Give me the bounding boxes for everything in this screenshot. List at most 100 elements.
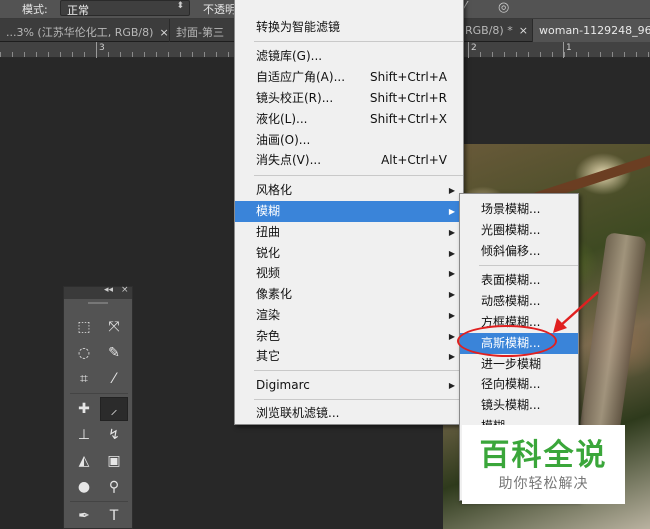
tab-document-1[interactable]: ...3% (江苏华伦化工, RGB/8) × <box>0 19 170 42</box>
submenu-item-radial-blur[interactable]: 径向模糊... <box>460 374 578 395</box>
menu-item-blur[interactable]: 模糊 ▶ <box>235 201 463 222</box>
eyedropper-icon[interactable]: ⁄ <box>100 367 128 391</box>
menu-shortcut: Shift+Ctrl+A <box>370 70 447 84</box>
pressure-icon[interactable]: ◎ <box>498 0 509 15</box>
menu-item-browse-online-filters[interactable]: 浏览联机滤镜... <box>235 403 463 424</box>
menu-item-label: 液化(L)... <box>256 112 308 126</box>
menu-item-label: 其它 <box>256 349 281 363</box>
menu-item-render[interactable]: 渲染 ▶ <box>235 305 463 326</box>
menu-item-convert-smart-filter[interactable]: 转换为智能滤镜 <box>235 17 463 38</box>
toolbox-panel: ◂◂ × ⬚ ⤧ ◌ ✎ ⌗ ⁄ ✚ ⸝ ⊥ ↯ ◭ ▣ ● ⚲ ✒ T <box>63 285 133 529</box>
submenu-arrow-icon: ▶ <box>448 290 455 299</box>
pen-icon[interactable]: ✒ <box>70 504 98 528</box>
menu-item-label: 镜头校正(R)... <box>256 91 334 105</box>
menu-item-label: 自适应广角(A)... <box>256 70 346 84</box>
watermark-subtitle: 助你轻松解决 <box>498 476 589 492</box>
watermark-logo: 百科全说 助你轻松解决 <box>462 425 625 504</box>
tab-label: ...3% (江苏华伦化工, RGB/8) <box>6 26 154 39</box>
stamp-icon[interactable]: ⊥ <box>70 423 98 447</box>
submenu-arrow-icon: ▶ <box>448 352 455 361</box>
move-icon[interactable]: ⤧ <box>100 315 128 339</box>
quick-select-icon[interactable]: ✎ <box>100 341 128 365</box>
submenu-arrow-icon: ▶ <box>448 207 455 216</box>
menu-shortcut: Alt+Ctrl+V <box>381 153 447 167</box>
menu-item-label: 转换为智能滤镜 <box>256 20 341 34</box>
select-arrows-icon: ⬍ <box>176 1 184 11</box>
submenu-item-field-blur[interactable]: 场景模糊... <box>460 199 578 220</box>
menu-item-other[interactable]: 其它 ▶ <box>235 346 463 367</box>
submenu-item-motion-blur[interactable]: 动感模糊... <box>460 291 578 312</box>
menu-item-label: 模糊 <box>256 204 281 218</box>
submenu-item-label: 镜头模糊... <box>481 398 541 412</box>
photo-trunk <box>579 232 647 436</box>
menu-separator <box>254 370 463 371</box>
submenu-item-label: 表面模糊... <box>481 273 541 287</box>
gradient-icon[interactable]: ▣ <box>100 449 128 473</box>
menu-item-liquify[interactable]: 液化(L)... Shift+Ctrl+X <box>235 109 463 130</box>
menu-item-sharpen[interactable]: 锐化 ▶ <box>235 243 463 264</box>
submenu-item-label: 场景模糊... <box>481 202 541 216</box>
submenu-arrow-icon: ▶ <box>448 269 455 278</box>
watermark-title: 百科全说 <box>479 438 608 473</box>
history-brush-icon[interactable]: ↯ <box>100 423 128 447</box>
submenu-item-label: 倾斜偏移... <box>481 244 541 258</box>
submenu-arrow-icon: ▶ <box>448 332 455 341</box>
menu-shortcut: Shift+Ctrl+X <box>370 112 447 126</box>
rect-marquee-icon[interactable]: ⬚ <box>70 315 98 339</box>
menu-item-label: 杂色 <box>256 329 281 343</box>
menu-item-video[interactable]: 视频 ▶ <box>235 263 463 284</box>
submenu-item-label: 光圈模糊... <box>481 223 541 237</box>
menu-item-distort[interactable]: 扭曲 ▶ <box>235 222 463 243</box>
dodge-icon[interactable]: ⚲ <box>100 475 128 499</box>
menu-item-vanishing-point[interactable]: 消失点(V)... Alt+Ctrl+V <box>235 150 463 171</box>
tab-document-2[interactable]: 封面-第三 <box>170 19 235 42</box>
submenu-item-label: 动感模糊... <box>481 294 541 308</box>
submenu-arrow-icon: ▶ <box>448 381 455 390</box>
eraser-icon[interactable]: ◭ <box>70 449 98 473</box>
blur-icon[interactable]: ● <box>70 475 98 499</box>
submenu-item-label: 进一步模糊 <box>481 357 542 371</box>
tab-close-icon[interactable]: × <box>519 24 528 37</box>
ruler-mark <box>468 42 469 58</box>
tab-document-3[interactable]: RGB/8) * × <box>459 19 533 42</box>
submenu-arrow-icon: ▶ <box>448 249 455 258</box>
menu-item-pixelate[interactable]: 像素化 ▶ <box>235 284 463 305</box>
submenu-item-surface-blur[interactable]: 表面模糊... <box>460 270 578 291</box>
menu-item-label: 扭曲 <box>256 225 281 239</box>
text-icon[interactable]: T <box>100 504 128 528</box>
submenu-item-blur-more[interactable]: 进一步模糊 <box>460 354 578 375</box>
annotation-ellipse <box>457 325 557 357</box>
lasso-icon[interactable]: ◌ <box>70 341 98 365</box>
menu-item-oil-paint[interactable]: 油画(O)... <box>235 130 463 151</box>
submenu-arrow-icon: ▶ <box>448 186 455 195</box>
menu-item-label: Digimarc <box>256 378 310 392</box>
submenu-item-tilt-shift[interactable]: 倾斜偏移... <box>460 241 578 262</box>
opacity-label: 不透明 <box>203 3 236 16</box>
menu-item-noise[interactable]: 杂色 ▶ <box>235 326 463 347</box>
submenu-arrow-icon: ▶ <box>448 228 455 237</box>
menu-item-stylize[interactable]: 风格化 ▶ <box>235 180 463 201</box>
menu-item-adaptive-wide-angle[interactable]: 自适应广角(A)... Shift+Ctrl+A <box>235 67 463 88</box>
menu-item-label: 渲染 <box>256 308 281 322</box>
menu-item-filter-gallery[interactable]: 滤镜库(G)... <box>235 46 463 67</box>
tab-close-icon[interactable]: × <box>159 26 168 39</box>
healing-icon[interactable]: ✚ <box>70 397 98 421</box>
tab-document-active[interactable]: woman-1129248_96 <box>533 19 650 42</box>
submenu-item-iris-blur[interactable]: 光圈模糊... <box>460 220 578 241</box>
toolbox-header: ◂◂ × <box>64 285 132 299</box>
tab-label: 封面-第三 <box>176 26 224 39</box>
menu-item-lens-correction[interactable]: 镜头校正(R)... Shift+Ctrl+R <box>235 88 463 109</box>
close-icon[interactable]: × <box>121 285 129 295</box>
ruler-number: 2 <box>471 43 477 53</box>
submenu-item-lens-blur[interactable]: 镜头模糊... <box>460 395 578 416</box>
menu-separator <box>254 41 463 42</box>
menu-item-digimarc[interactable]: Digimarc ▶ <box>235 375 463 396</box>
crop-icon[interactable]: ⌗ <box>70 367 98 391</box>
airbrush-icon[interactable]: ⁄ <box>464 0 466 15</box>
toolbox-grip[interactable] <box>64 299 132 307</box>
blend-mode-select[interactable]: 正常 ⬍ <box>60 0 190 17</box>
tab-label: woman-1129248_96 <box>539 24 650 37</box>
brush-icon[interactable]: ⸝ <box>100 397 128 421</box>
tab-label: RGB/8) * <box>465 24 513 37</box>
collapse-icon[interactable]: ◂◂ <box>104 285 113 295</box>
